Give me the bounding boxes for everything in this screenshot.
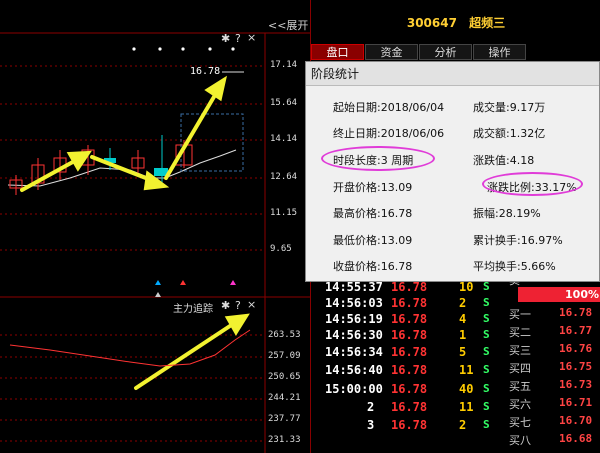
stock-code: 300647 [406,16,457,30]
bid-price: 16.77 [559,324,593,337]
tab-fenxi[interactable]: 分析 [419,44,472,60]
marker-dot [158,47,162,51]
bid-label: 买六 [509,398,531,411]
highlight-ellipse [321,146,435,171]
kline-chart-panel[interactable]: <<展开 ✱ ? × 17.14 15.64 14.14 12.64 11.15… [0,0,310,453]
percent-badge: 100% [518,287,600,302]
indicator-close-icon[interactable]: × [247,298,256,311]
trade-row: 14:55:37 16.78 10 S [325,280,490,294]
bid-price: 16.68 [559,432,593,445]
trade-row: 14:56:03 16.78 2S [325,296,490,310]
trade-row: 14:56:34 16.78 5S [325,345,490,359]
trade-row: 14:56:30 16.78 1S [325,328,490,342]
kline-chart-svg[interactable] [0,0,310,453]
bid-price: 16.71 [559,396,593,409]
bid-label: 买五 [509,380,531,393]
period-stats-dialog[interactable]: 阶段统计 起始日期:2018/06/04 终止日期:2018/06/06 时段长… [305,61,600,282]
marker-icon [155,280,161,285]
bid-label: 买三 [509,344,531,357]
quote-tabs: 盘口 资金 分析 操作 [311,44,527,60]
bid-label: 买八 [509,434,531,447]
tab-caozuo[interactable]: 操作 [473,44,526,60]
marker-icon [155,292,161,297]
average-turnover: 平均换手:5.66% [473,260,556,273]
marker-icon [230,280,236,285]
price-tick: 9.65 [270,244,292,254]
high-price: 最高价格:16.78 [333,207,413,220]
bid-label: 买一 [509,308,531,321]
amount: 成交额:1.32亿 [473,127,546,140]
bid-price: 16.78 [559,306,593,319]
marker-icon [180,280,186,285]
indicator-tick: 237.77 [268,414,301,424]
indicator-gear-icon[interactable]: ✱ [221,299,230,312]
stock-header: 300647 超频三 [311,14,600,31]
trade-row: 15:00:00 16.78 40 S [325,382,490,396]
close-price: 收盘价格:16.78 [333,260,413,273]
bid-label: 买二 [509,326,531,339]
price-tick: 14.14 [270,134,298,144]
tab-pankou[interactable]: 盘口 [311,44,364,60]
price-tick: 11.15 [270,208,298,218]
open-price: 开盘价格:13.09 [333,181,413,194]
close-icon[interactable]: × [247,31,256,44]
low-price: 最低价格:13.09 [333,234,413,247]
marker-dot [181,47,185,51]
amplitude: 振幅:28.19% [473,207,541,220]
indicator-help-icon[interactable]: ? [235,299,241,312]
marker-dot [208,47,212,51]
indicator-tick: 250.65 [268,372,301,382]
price-tick: 12.64 [270,172,298,182]
trade-row: 14:56:40 16.78 11 S [325,363,490,377]
gear-icon[interactable]: ✱ [221,32,230,45]
indicator-tick: 263.53 [268,330,301,340]
price-tick: 17.14 [270,60,298,70]
annotation-arrows [20,75,250,390]
price-tick: 15.64 [270,98,298,108]
last-price-label: 16.78 [190,66,221,77]
volume: 成交量:9.17万 [473,101,546,114]
marker-dot [132,47,136,51]
trade-row: 3 16.78 2S [367,418,490,432]
cumulative-turnover: 累计换手:16.97% [473,234,563,247]
bid-price: 16.76 [559,342,593,355]
indicator-tick: 257.09 [268,351,301,361]
expand-link[interactable]: <<展开 [268,17,308,33]
marker-dot [231,47,235,51]
indicator-tick: 231.33 [268,435,301,445]
bid-price: 16.70 [559,414,593,427]
bid-price: 16.73 [559,378,593,391]
indicator-title: 主力追踪 [173,304,213,315]
trade-row: 14:56:19 16.78 4S [325,312,490,326]
bid-label: 买四 [509,362,531,375]
trade-row: 2 16.78 11 S [367,400,490,414]
dialog-title[interactable]: 阶段统计 [306,62,599,86]
bid-price: 16.75 [559,360,593,373]
start-date: 起始日期:2018/06/04 [333,101,445,114]
tab-zijin[interactable]: 资金 [365,44,418,60]
end-date: 终止日期:2018/06/06 [333,127,445,140]
bid-label: 买七 [509,416,531,429]
selection-box [180,113,244,172]
highlight-ellipse [482,172,583,196]
help-icon[interactable]: ? [235,32,241,45]
stock-name: 超频三 [469,16,506,30]
change-value: 涨跌值:4.18 [473,154,535,167]
indicator-tick: 244.21 [268,393,301,403]
